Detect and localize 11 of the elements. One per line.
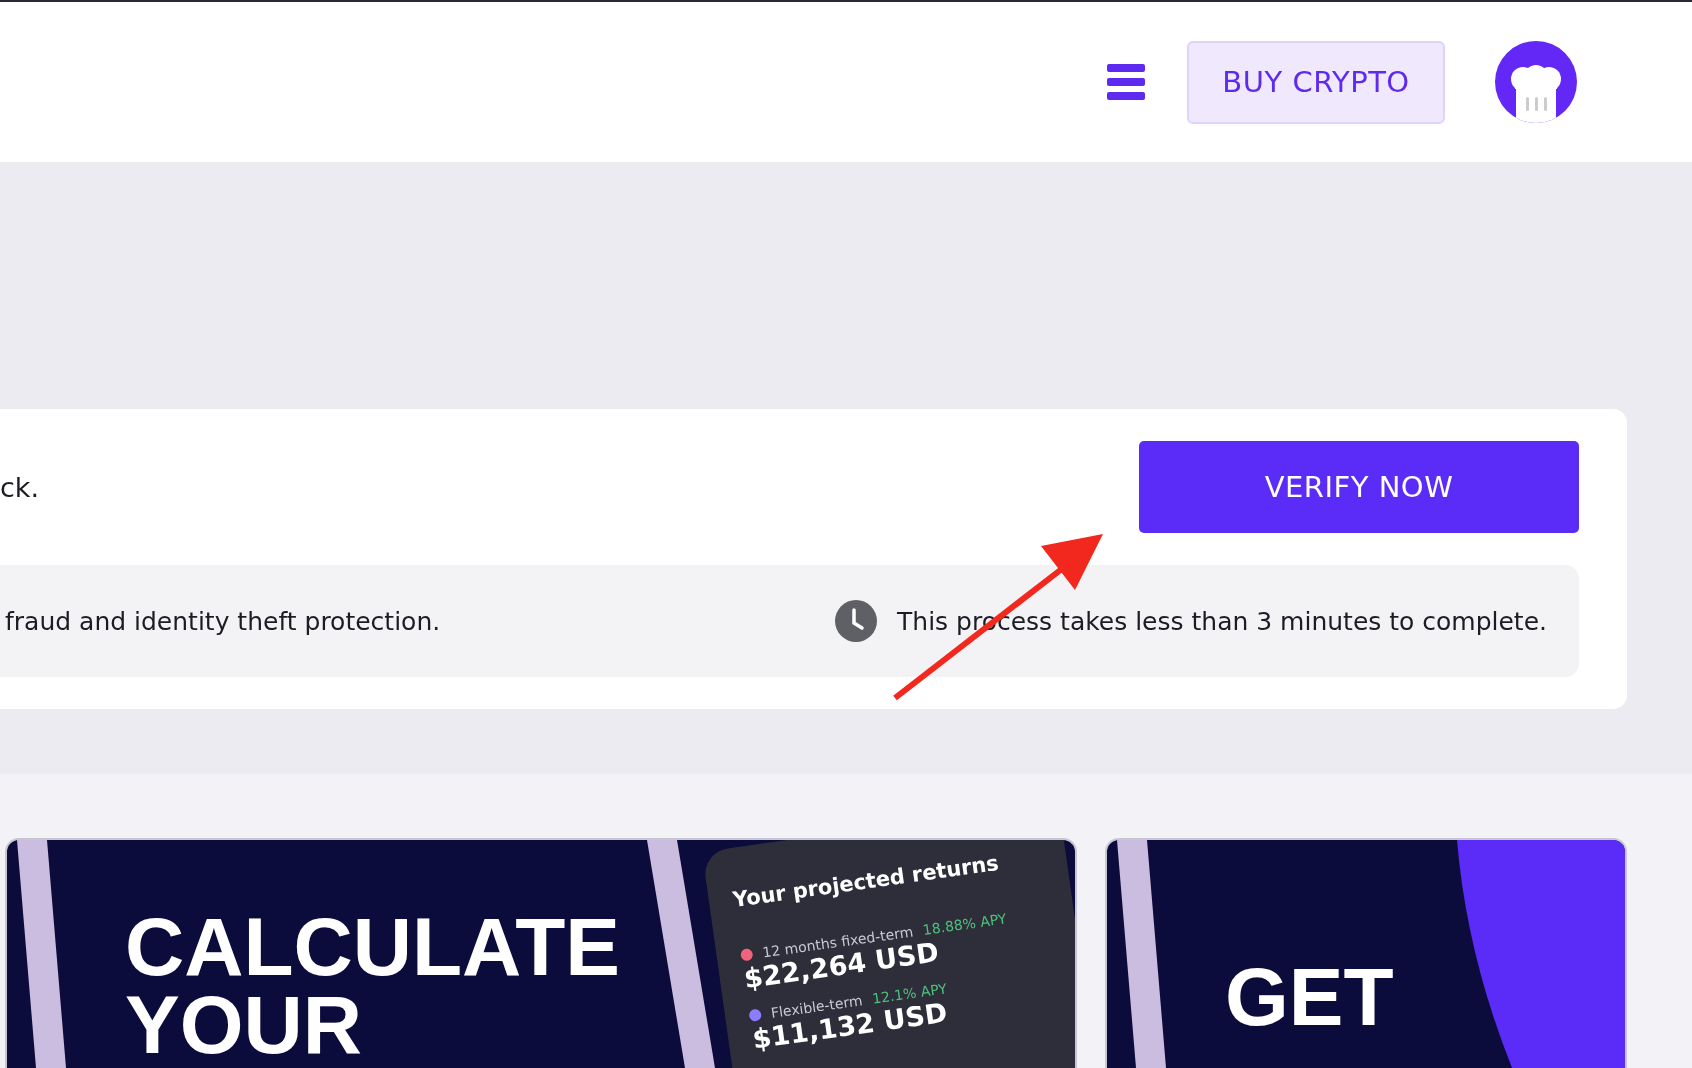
banner-headline: GET [1225,958,1394,1036]
verify-message: ck. [0,471,40,503]
promo-banner[interactable]: GET [1105,838,1627,1068]
chef-hat-avatar-icon[interactable] [1495,41,1577,123]
info-text: fraud and identity theft protection. [5,606,441,636]
menu-icon[interactable] [1107,64,1145,100]
apy-text: 18.88% APY [921,910,1008,938]
banner-headline: CALCULATE YOUR [125,908,620,1064]
clock-icon [835,600,878,642]
buy-crypto-button[interactable]: BUY CRYPTO [1187,40,1445,124]
verify-now-button[interactable]: VERIFY NOW [1139,441,1579,533]
